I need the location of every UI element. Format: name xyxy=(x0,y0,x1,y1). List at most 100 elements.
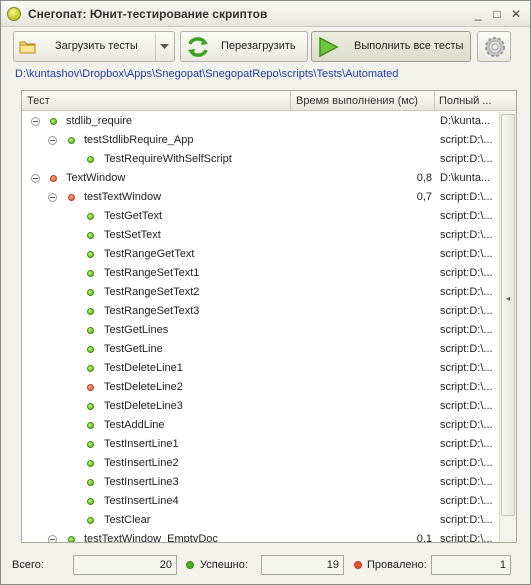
vertical-scrollbar[interactable]: ◂ xyxy=(499,112,516,542)
test-full-path: script:D:\... xyxy=(440,134,493,146)
run-all-tests-button[interactable]: Выполнить все тесты xyxy=(311,31,471,62)
test-name: TestRangeSetText3 xyxy=(104,305,200,317)
tree-row[interactable]: TestRangeSetText3 script:D:\... xyxy=(22,302,498,321)
tree-row[interactable]: TestAddLine script:D:\... xyxy=(22,416,498,435)
failed-count: 1 xyxy=(431,555,511,575)
test-duration: 0,8 xyxy=(416,172,432,184)
collapse-toggle-icon[interactable] xyxy=(31,117,40,126)
scrollbar-thumb[interactable] xyxy=(501,114,515,516)
status-fail-icon xyxy=(50,175,57,182)
minimize-button[interactable]: _ xyxy=(471,7,485,21)
test-name: TestDeleteLine2 xyxy=(104,381,183,393)
tests-path-link[interactable]: D:\kuntashov\Dropbox\Apps\Snegopat\Snego… xyxy=(15,68,398,80)
tree-row[interactable]: testTextWindow_EmptyDoc 0,1 script:D:\... xyxy=(22,530,498,542)
test-name: TestInsertLine3 xyxy=(104,476,179,488)
summary-footer: Всего: 20 Успешно: 19 Провалено: 1 xyxy=(1,549,530,579)
test-full-path: script:D:\... xyxy=(440,286,493,298)
test-full-path: script:D:\... xyxy=(440,248,493,260)
tree-row[interactable]: TestClear script:D:\... xyxy=(22,511,498,530)
test-full-path: script:D:\... xyxy=(440,324,493,336)
status-ok-icon xyxy=(87,365,94,372)
settings-button[interactable] xyxy=(477,31,511,62)
status-ok-icon xyxy=(87,270,94,277)
status-ok-icon xyxy=(87,441,94,448)
tree-row[interactable]: TestInsertLine2 script:D:\... xyxy=(22,454,498,473)
collapse-toggle-icon[interactable] xyxy=(48,193,57,202)
test-full-path: script:D:\... xyxy=(440,210,493,222)
chevron-down-icon[interactable] xyxy=(160,44,169,50)
test-name: TestRangeSetText1 xyxy=(104,267,200,279)
header-divider xyxy=(290,91,291,111)
total-label: Всего: xyxy=(12,559,44,571)
tree-row[interactable]: TestInsertLine4 script:D:\... xyxy=(22,492,498,511)
tree-row[interactable]: TestRangeSetText2 script:D:\... xyxy=(22,283,498,302)
tree-row[interactable]: TestInsertLine1 script:D:\... xyxy=(22,435,498,454)
grid-header: Тест Время выполнения (мс) Полный ... xyxy=(22,91,516,111)
snegopat-logo-icon xyxy=(7,7,21,21)
tree-row[interactable]: TestInsertLine3 script:D:\... xyxy=(22,473,498,492)
test-name: TestDeleteLine1 xyxy=(104,362,183,374)
collapse-toggle-icon[interactable] xyxy=(48,136,57,145)
tree-row[interactable]: TestSetText script:D:\... xyxy=(22,226,498,245)
test-name: TestRequireWithSelfScript xyxy=(104,153,232,165)
tree-row[interactable]: TestGetText script:D:\... xyxy=(22,207,498,226)
passed-count: 19 xyxy=(261,555,344,575)
status-fail-icon xyxy=(87,384,94,391)
status-ok-icon xyxy=(68,536,75,542)
reload-button[interactable]: Перезагрузить xyxy=(180,31,308,62)
test-full-path: script:D:\... xyxy=(440,495,493,507)
test-full-path: script:D:\... xyxy=(440,343,493,355)
header-full[interactable]: Полный ... xyxy=(439,95,492,107)
collapse-toggle-icon[interactable] xyxy=(48,535,57,542)
status-ok-icon xyxy=(87,251,94,258)
passed-label: Успешно: xyxy=(200,559,248,571)
collapse-toggle-icon[interactable] xyxy=(31,174,40,183)
status-ok-icon xyxy=(87,498,94,505)
tests-tree-grid[interactable]: Тест Время выполнения (мс) Полный ... st… xyxy=(21,90,517,543)
status-ok-icon xyxy=(87,213,94,220)
tree-row[interactable]: TestDeleteLine2 script:D:\... xyxy=(22,378,498,397)
failed-label: Провалено: xyxy=(367,559,427,571)
tree-row[interactable]: stdlib_require D:\kunta... xyxy=(22,112,498,131)
failed-status-icon xyxy=(354,561,362,569)
tree-row[interactable]: testStdlibRequire_App script:D:\... xyxy=(22,131,498,150)
unit-test-window: Снегопат: Юнит-тестирование скриптов _ □… xyxy=(0,0,531,585)
test-name: TestDeleteLine3 xyxy=(104,400,183,412)
status-ok-icon xyxy=(87,422,94,429)
window-title: Снегопат: Юнит-тестирование скриптов xyxy=(28,7,268,21)
test-full-path: script:D:\... xyxy=(440,457,493,469)
tree-rows: stdlib_require D:\kunta... testStdlibRequi… xyxy=(22,112,498,542)
tree-row[interactable]: testTextWindow 0,7 script:D:\... xyxy=(22,188,498,207)
tree-row[interactable]: TestGetLines script:D:\... xyxy=(22,321,498,340)
run-all-tests-label: Выполнить все тесты xyxy=(354,40,464,52)
folder-icon xyxy=(19,41,36,54)
test-full-path: script:D:\... xyxy=(440,305,493,317)
tree-row[interactable]: TestDeleteLine1 script:D:\... xyxy=(22,359,498,378)
total-count: 20 xyxy=(73,555,177,575)
tree-row[interactable]: TestDeleteLine3 script:D:\... xyxy=(22,397,498,416)
maximize-button[interactable]: □ xyxy=(490,7,504,21)
test-full-path: script:D:\... xyxy=(440,438,493,450)
tree-row[interactable]: TestGetLine script:D:\... xyxy=(22,340,498,359)
test-name: testStdlibRequire_App xyxy=(84,134,194,146)
status-ok-icon xyxy=(87,327,94,334)
status-ok-icon xyxy=(87,156,94,163)
test-name: TestInsertLine4 xyxy=(104,495,179,507)
close-button[interactable]: ✕ xyxy=(509,7,523,21)
button-separator xyxy=(155,34,156,61)
tree-row[interactable]: TestRangeGetText script:D:\... xyxy=(22,245,498,264)
test-name: TestRangeGetText xyxy=(104,248,195,260)
status-ok-icon xyxy=(68,137,75,144)
test-name: TestClear xyxy=(104,514,151,526)
tree-row[interactable]: TestRangeSetText1 script:D:\... xyxy=(22,264,498,283)
header-time[interactable]: Время выполнения (мс) xyxy=(296,95,418,107)
load-tests-button[interactable]: Загрузить тесты xyxy=(13,31,175,62)
scroll-grip-icon: ◂ xyxy=(505,294,510,303)
tree-row[interactable]: TextWindow 0,8 D:\kunta... xyxy=(22,169,498,188)
test-duration: 0,1 xyxy=(416,533,432,542)
header-test[interactable]: Тест xyxy=(27,95,50,107)
tree-row[interactable]: TestRequireWithSelfScript script:D:\... xyxy=(22,150,498,169)
status-ok-icon xyxy=(87,232,94,239)
test-name: TestRangeSetText2 xyxy=(104,286,200,298)
test-name: TestInsertLine2 xyxy=(104,457,179,469)
